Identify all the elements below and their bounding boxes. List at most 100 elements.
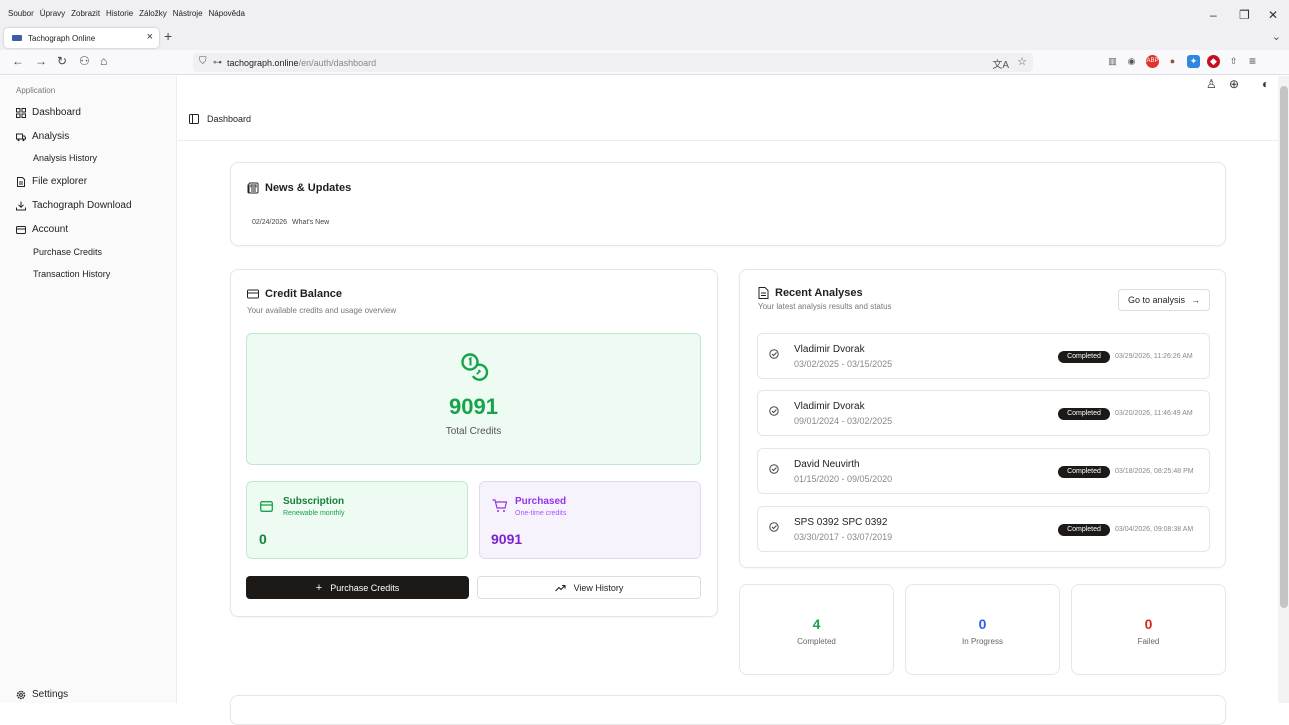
cookie-extension-icon[interactable]: ● <box>1166 55 1179 68</box>
credit-balance-subtitle: Your available credits and usage overvie… <box>247 306 397 315</box>
user-icon[interactable]: ♙ <box>1206 77 1217 91</box>
sidebar-item-file-explorer[interactable]: File explorer <box>16 176 87 187</box>
view-history-button[interactable]: View History <box>477 576 701 599</box>
sidebar-item-analysis[interactable]: Analysis <box>16 131 69 142</box>
profile-extension-icon[interactable]: ◉ <box>1125 55 1138 68</box>
subscription-title: Subscription <box>283 496 345 507</box>
check-circle-icon <box>769 349 779 359</box>
check-circle-icon <box>769 406 779 416</box>
purchased-value: 9091 <box>491 531 523 547</box>
sidebar-toggle-icon[interactable] <box>189 114 199 124</box>
analysis-date-range: 01/15/2020 - 09/05/2020 <box>794 474 893 484</box>
adblock-icon[interactable]: ABP <box>1146 55 1159 68</box>
purchase-credits-button[interactable]: + Purchase Credits <box>246 576 469 599</box>
download-icon <box>16 201 26 210</box>
scrollbar-thumb[interactable] <box>1280 86 1288 608</box>
analysis-date-range: 03/30/2017 - 03/07/2019 <box>794 532 893 542</box>
new-tab-icon[interactable]: + <box>164 28 172 44</box>
stat-failed: 0 Failed <box>1071 584 1226 675</box>
arrow-right-icon: → <box>1191 295 1201 305</box>
coins-icon <box>461 353 489 381</box>
url-bar[interactable]: ⛉ ⊶ tachograph.online/en/auth/dashboard … <box>193 53 1033 72</box>
analysis-list-item[interactable]: SPS 0392 SPC 0392 03/30/2017 - 03/07/201… <box>757 506 1210 552</box>
sidebar-item-settings[interactable]: Settings <box>16 689 68 700</box>
url-text[interactable]: tachograph.online/en/auth/dashboard <box>227 58 376 68</box>
home-icon[interactable]: ⌂ <box>100 54 107 68</box>
go-to-analysis-button[interactable]: Go to analysis → <box>1118 289 1210 311</box>
subscription-value: 0 <box>259 531 267 547</box>
sidebar-item-transaction-history[interactable]: Transaction History <box>33 269 110 279</box>
menu-bookmarks[interactable]: Záložky <box>139 9 167 18</box>
sidebar-item-account[interactable]: Account <box>16 224 68 235</box>
back-icon[interactable]: ← <box>12 54 24 68</box>
stat-completed: 4 Completed <box>739 584 894 675</box>
shopping-cart-icon <box>492 499 508 512</box>
translate-icon[interactable]: 文A <box>992 56 1009 71</box>
key-icon[interactable]: ⊶ <box>213 57 222 68</box>
minimize-icon[interactable]: – <box>1210 8 1217 22</box>
trending-up-icon <box>554 584 566 591</box>
account-icon[interactable]: ⚇ <box>79 54 90 68</box>
sidebar-item-label: Dashboard <box>32 107 81 118</box>
menu-file[interactable]: Soubor <box>8 9 34 18</box>
ublock-icon[interactable]: ◆ <box>1207 55 1220 68</box>
tab-list-chevron-icon[interactable]: ⌄ <box>1272 30 1281 43</box>
page-title: Dashboard <box>207 114 252 124</box>
close-window-icon[interactable]: ✕ <box>1268 8 1278 22</box>
header-divider <box>178 140 1278 141</box>
theme-toggle-icon[interactable]: ◐ <box>1262 77 1269 91</box>
sidebar-item-purchase-credits[interactable]: Purchase Credits <box>33 247 102 257</box>
analysis-list-item[interactable]: Vladimir Dvorak 03/02/2025 - 03/15/2025 … <box>757 333 1210 379</box>
check-circle-icon <box>769 464 779 474</box>
tab-favicon-icon <box>12 35 22 41</box>
analysis-timestamp: 03/20/2026, 11:46:49 AM <box>1115 410 1193 417</box>
menu-history[interactable]: Historie <box>106 9 133 18</box>
sidebar-item-label: File explorer <box>32 176 88 187</box>
sidebar-item-label: Analysis <box>32 131 70 142</box>
subscription-panel: Subscription Renewable monthly 0 <box>246 481 468 559</box>
analysis-driver-name: SPS 0392 SPC 0392 <box>794 517 888 528</box>
sidebar-item-dashboard[interactable]: Dashboard <box>16 107 81 118</box>
stat-in-progress: 0 In Progress <box>905 584 1060 675</box>
sidebar-group-label: Application <box>16 86 56 95</box>
news-item[interactable]: 02/24/2026 What's New <box>252 219 329 226</box>
hamburger-menu-icon[interactable]: ≡ <box>1246 55 1259 68</box>
extensions-icon[interactable]: ⇧ <box>1227 55 1240 68</box>
breadcrumb: Dashboard <box>189 114 251 124</box>
subscription-subtitle: Renewable monthly <box>283 510 345 517</box>
settings-icon <box>16 690 26 699</box>
analysis-list-item[interactable]: David Neuvirth 01/15/2020 - 09/05/2020 C… <box>757 448 1210 494</box>
shield-icon[interactable]: ⛉ <box>199 56 207 67</box>
reader-view-icon[interactable]: ▥ <box>1106 55 1119 68</box>
analysis-driver-name: David Neuvirth <box>794 459 860 470</box>
purchased-subtitle: One-time credits <box>515 510 567 517</box>
browser-tab[interactable]: Tachograph Online × <box>4 28 159 48</box>
sidebar-item-tachograph-download[interactable]: Tachograph Download <box>16 200 132 211</box>
menu-help[interactable]: Nápověda <box>209 9 245 18</box>
restore-icon[interactable]: ❐ <box>1239 8 1250 22</box>
stat-failed-value: 0 <box>1144 616 1153 632</box>
forward-icon[interactable]: → <box>35 54 47 68</box>
total-credits-label: Total Credits <box>445 426 502 437</box>
analysis-list-item[interactable]: Vladimir Dvorak 09/01/2024 - 03/02/2025 … <box>757 390 1210 436</box>
status-badge: Completed <box>1058 351 1110 363</box>
menu-tools[interactable]: Nástroje <box>173 9 203 18</box>
analysis-date-range: 03/02/2025 - 03/15/2025 <box>794 359 893 369</box>
navigation-bar: ← → ↻ ⚇ ⌂ ⛉ ⊶ tachograph.online/en/auth/… <box>0 50 1289 75</box>
puzzle-extension-icon[interactable]: ✦ <box>1187 55 1200 68</box>
recent-analyses-subtitle: Your latest analysis results and status <box>758 302 892 311</box>
status-badge: Completed <box>1058 524 1110 536</box>
total-credits-value: 9091 <box>449 394 498 419</box>
sidebar-item-label: Settings <box>32 689 69 700</box>
browser-menubar: Soubor Úpravy Zobrazit Historie Záložky … <box>0 0 1289 26</box>
menu-view[interactable]: Zobrazit <box>71 9 100 18</box>
stat-completed-label: Completed <box>797 637 836 646</box>
bookmark-star-icon[interactable]: ☆ <box>1017 55 1027 68</box>
file-icon <box>17 176 25 187</box>
reload-icon[interactable]: ↻ <box>57 54 67 68</box>
language-globe-icon[interactable]: ⊕ <box>1229 77 1239 91</box>
news-text: What's New <box>292 219 330 226</box>
menu-edit[interactable]: Úpravy <box>40 9 65 18</box>
close-tab-icon[interactable]: × <box>147 31 153 43</box>
sidebar-item-analysis-history[interactable]: Analysis History <box>33 153 97 163</box>
